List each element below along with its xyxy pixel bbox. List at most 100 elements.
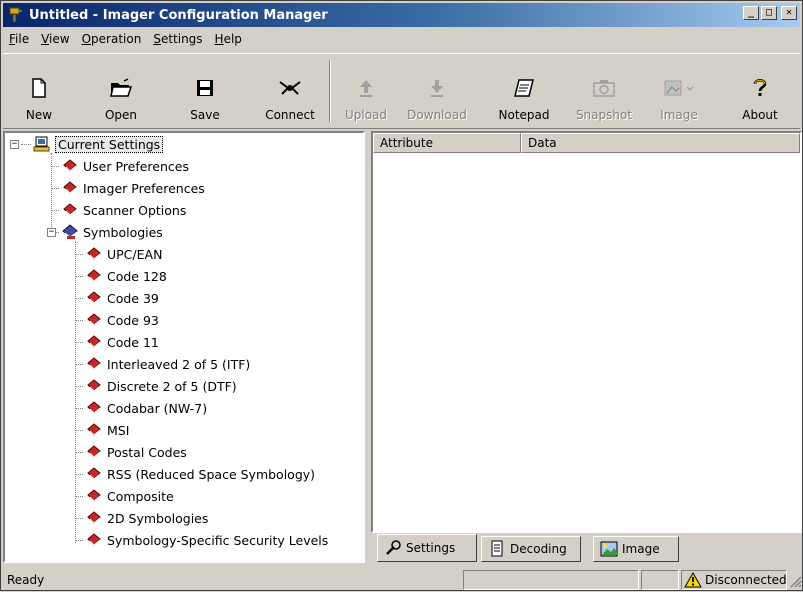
status-pane-empty	[641, 570, 679, 590]
new-button[interactable]: New	[13, 54, 65, 128]
tree-line	[56, 232, 59, 233]
tree-item-symbology-8[interactable]: MSI	[85, 419, 129, 441]
symbologies-collapse-toggle[interactable]: −	[47, 228, 56, 237]
tree-item-symbology-1[interactable]: Code 128	[85, 265, 167, 287]
column-attribute[interactable]: Attribute	[373, 133, 521, 153]
symbology-book-icon	[85, 422, 103, 438]
tree-item-setting-0[interactable]: User Preferences	[61, 155, 189, 177]
tree-item-symbology-6[interactable]: Discrete 2 of 5 (DTF)	[85, 375, 237, 397]
tree-item-symbology-9[interactable]: Postal Codes	[85, 441, 187, 463]
root-collapse-toggle[interactable]: −	[10, 140, 19, 149]
status-text: Ready	[7, 573, 45, 587]
menu-view[interactable]: View	[35, 32, 75, 46]
title-bar[interactable]: Untitled - Imager Configuration Manager …	[3, 3, 800, 27]
tree-item-symbology-13[interactable]: Symbology-Specific Security Levels	[85, 529, 328, 551]
snapshot-label: Snapshot	[575, 108, 633, 122]
menu-settings[interactable]: Settings	[147, 32, 208, 46]
open-button[interactable]: Open	[93, 54, 149, 128]
snapshot-button[interactable]: Snapshot	[571, 54, 637, 128]
tree-line	[52, 166, 59, 167]
tree-line	[76, 452, 83, 453]
app-icon	[7, 6, 25, 24]
open-label: Open	[104, 108, 138, 122]
settings-book-icon	[61, 158, 79, 174]
upload-button[interactable]: Upload	[339, 54, 393, 128]
tree-item-current-settings[interactable]: Current Settings	[33, 133, 164, 155]
save-label: Save	[190, 108, 220, 122]
picture-icon	[600, 540, 618, 558]
symbology-book-icon	[85, 334, 103, 350]
new-file-icon	[27, 76, 51, 100]
minimize-button[interactable]: _	[743, 6, 759, 20]
tab-settings-label: Settings	[406, 541, 456, 555]
tree-label: Codabar (NW-7)	[107, 400, 208, 416]
connect-plug-icon	[278, 76, 302, 100]
tree-line	[76, 496, 83, 497]
document-icon	[488, 540, 506, 558]
connection-status: Disconnected	[681, 570, 787, 590]
tree-line	[76, 474, 83, 475]
computer-settings-icon	[33, 136, 51, 152]
menu-operation[interactable]: Operation	[76, 32, 148, 46]
tree-line	[76, 364, 83, 365]
download-button[interactable]: Download	[401, 54, 473, 128]
tree-line	[76, 320, 83, 321]
tree-label: Composite	[107, 488, 174, 504]
resize-grip-icon[interactable]	[788, 574, 802, 588]
tab-settings[interactable]: Settings	[377, 534, 477, 562]
tree-item-symbology-7[interactable]: Codabar (NW-7)	[85, 397, 207, 419]
tree-item-symbologies[interactable]: Symbologies	[61, 221, 163, 243]
tree-item-symbology-11[interactable]: Composite	[85, 485, 174, 507]
tree-item-symbology-12[interactable]: 2D Symbologies	[85, 507, 208, 529]
tree-item-symbology-4[interactable]: Code 11	[85, 331, 159, 353]
tab-decoding[interactable]: Decoding	[481, 536, 581, 562]
image-dropdown-icon	[662, 76, 696, 100]
settings-book-icon	[61, 202, 79, 218]
tree-item-symbology-2[interactable]: Code 39	[85, 287, 159, 309]
tree-item-symbology-0[interactable]: UPC/EAN	[85, 243, 162, 265]
connect-button[interactable]: Connect	[259, 54, 321, 128]
close-button[interactable]: ✕	[781, 6, 797, 20]
tree-line	[76, 254, 83, 255]
tree-label: 2D Symbologies	[107, 510, 209, 526]
symbologies-icon	[61, 224, 79, 240]
symbology-book-icon	[85, 532, 103, 548]
tab-image[interactable]: Image	[593, 536, 679, 562]
symbology-book-icon	[85, 378, 103, 394]
symbology-book-icon	[85, 312, 103, 328]
tree-label: Scanner Options	[83, 202, 187, 218]
about-button[interactable]: About	[735, 54, 785, 128]
tree-label: Code 128	[107, 268, 167, 284]
tree-line	[52, 188, 59, 189]
tree-line	[76, 298, 83, 299]
help-question-icon	[748, 76, 772, 100]
download-arrow-icon	[425, 76, 449, 100]
tree-line	[76, 386, 83, 387]
symbology-book-icon	[85, 488, 103, 504]
notepad-label: Notepad	[498, 108, 550, 122]
notepad-button[interactable]: Notepad	[491, 54, 557, 128]
tree-label: Current Settings	[55, 135, 164, 153]
menu-help[interactable]: Help	[209, 32, 248, 46]
settings-tree[interactable]: − Current Settings User Preferences Image…	[3, 131, 365, 563]
attribute-list[interactable]: Attribute Data	[371, 131, 802, 533]
tree-item-symbology-10[interactable]: RSS (Reduced Space Symbology)	[85, 463, 315, 485]
symbology-book-icon	[85, 510, 103, 526]
tree-item-symbology-3[interactable]: Code 93	[85, 309, 159, 331]
tree-item-symbology-5[interactable]: Interleaved 2 of 5 (ITF)	[85, 353, 250, 375]
tree-item-setting-1[interactable]: Imager Preferences	[61, 177, 205, 199]
tree-line	[52, 210, 59, 211]
symbology-book-icon	[85, 444, 103, 460]
tree-label: Imager Preferences	[83, 180, 205, 196]
tree-line	[76, 276, 83, 277]
symbology-book-icon	[85, 356, 103, 372]
menu-file[interactable]: File	[3, 32, 35, 46]
tree-item-setting-2[interactable]: Scanner Options	[61, 199, 186, 221]
image-button[interactable]: Image	[647, 54, 711, 128]
tree-label: MSI	[107, 422, 130, 438]
column-data[interactable]: Data	[521, 133, 800, 153]
maximize-button[interactable]: □	[761, 6, 777, 20]
save-button[interactable]: Save	[179, 54, 231, 128]
camera-icon	[592, 76, 616, 100]
tree-label: Symbology-Specific Security Levels	[107, 532, 329, 548]
